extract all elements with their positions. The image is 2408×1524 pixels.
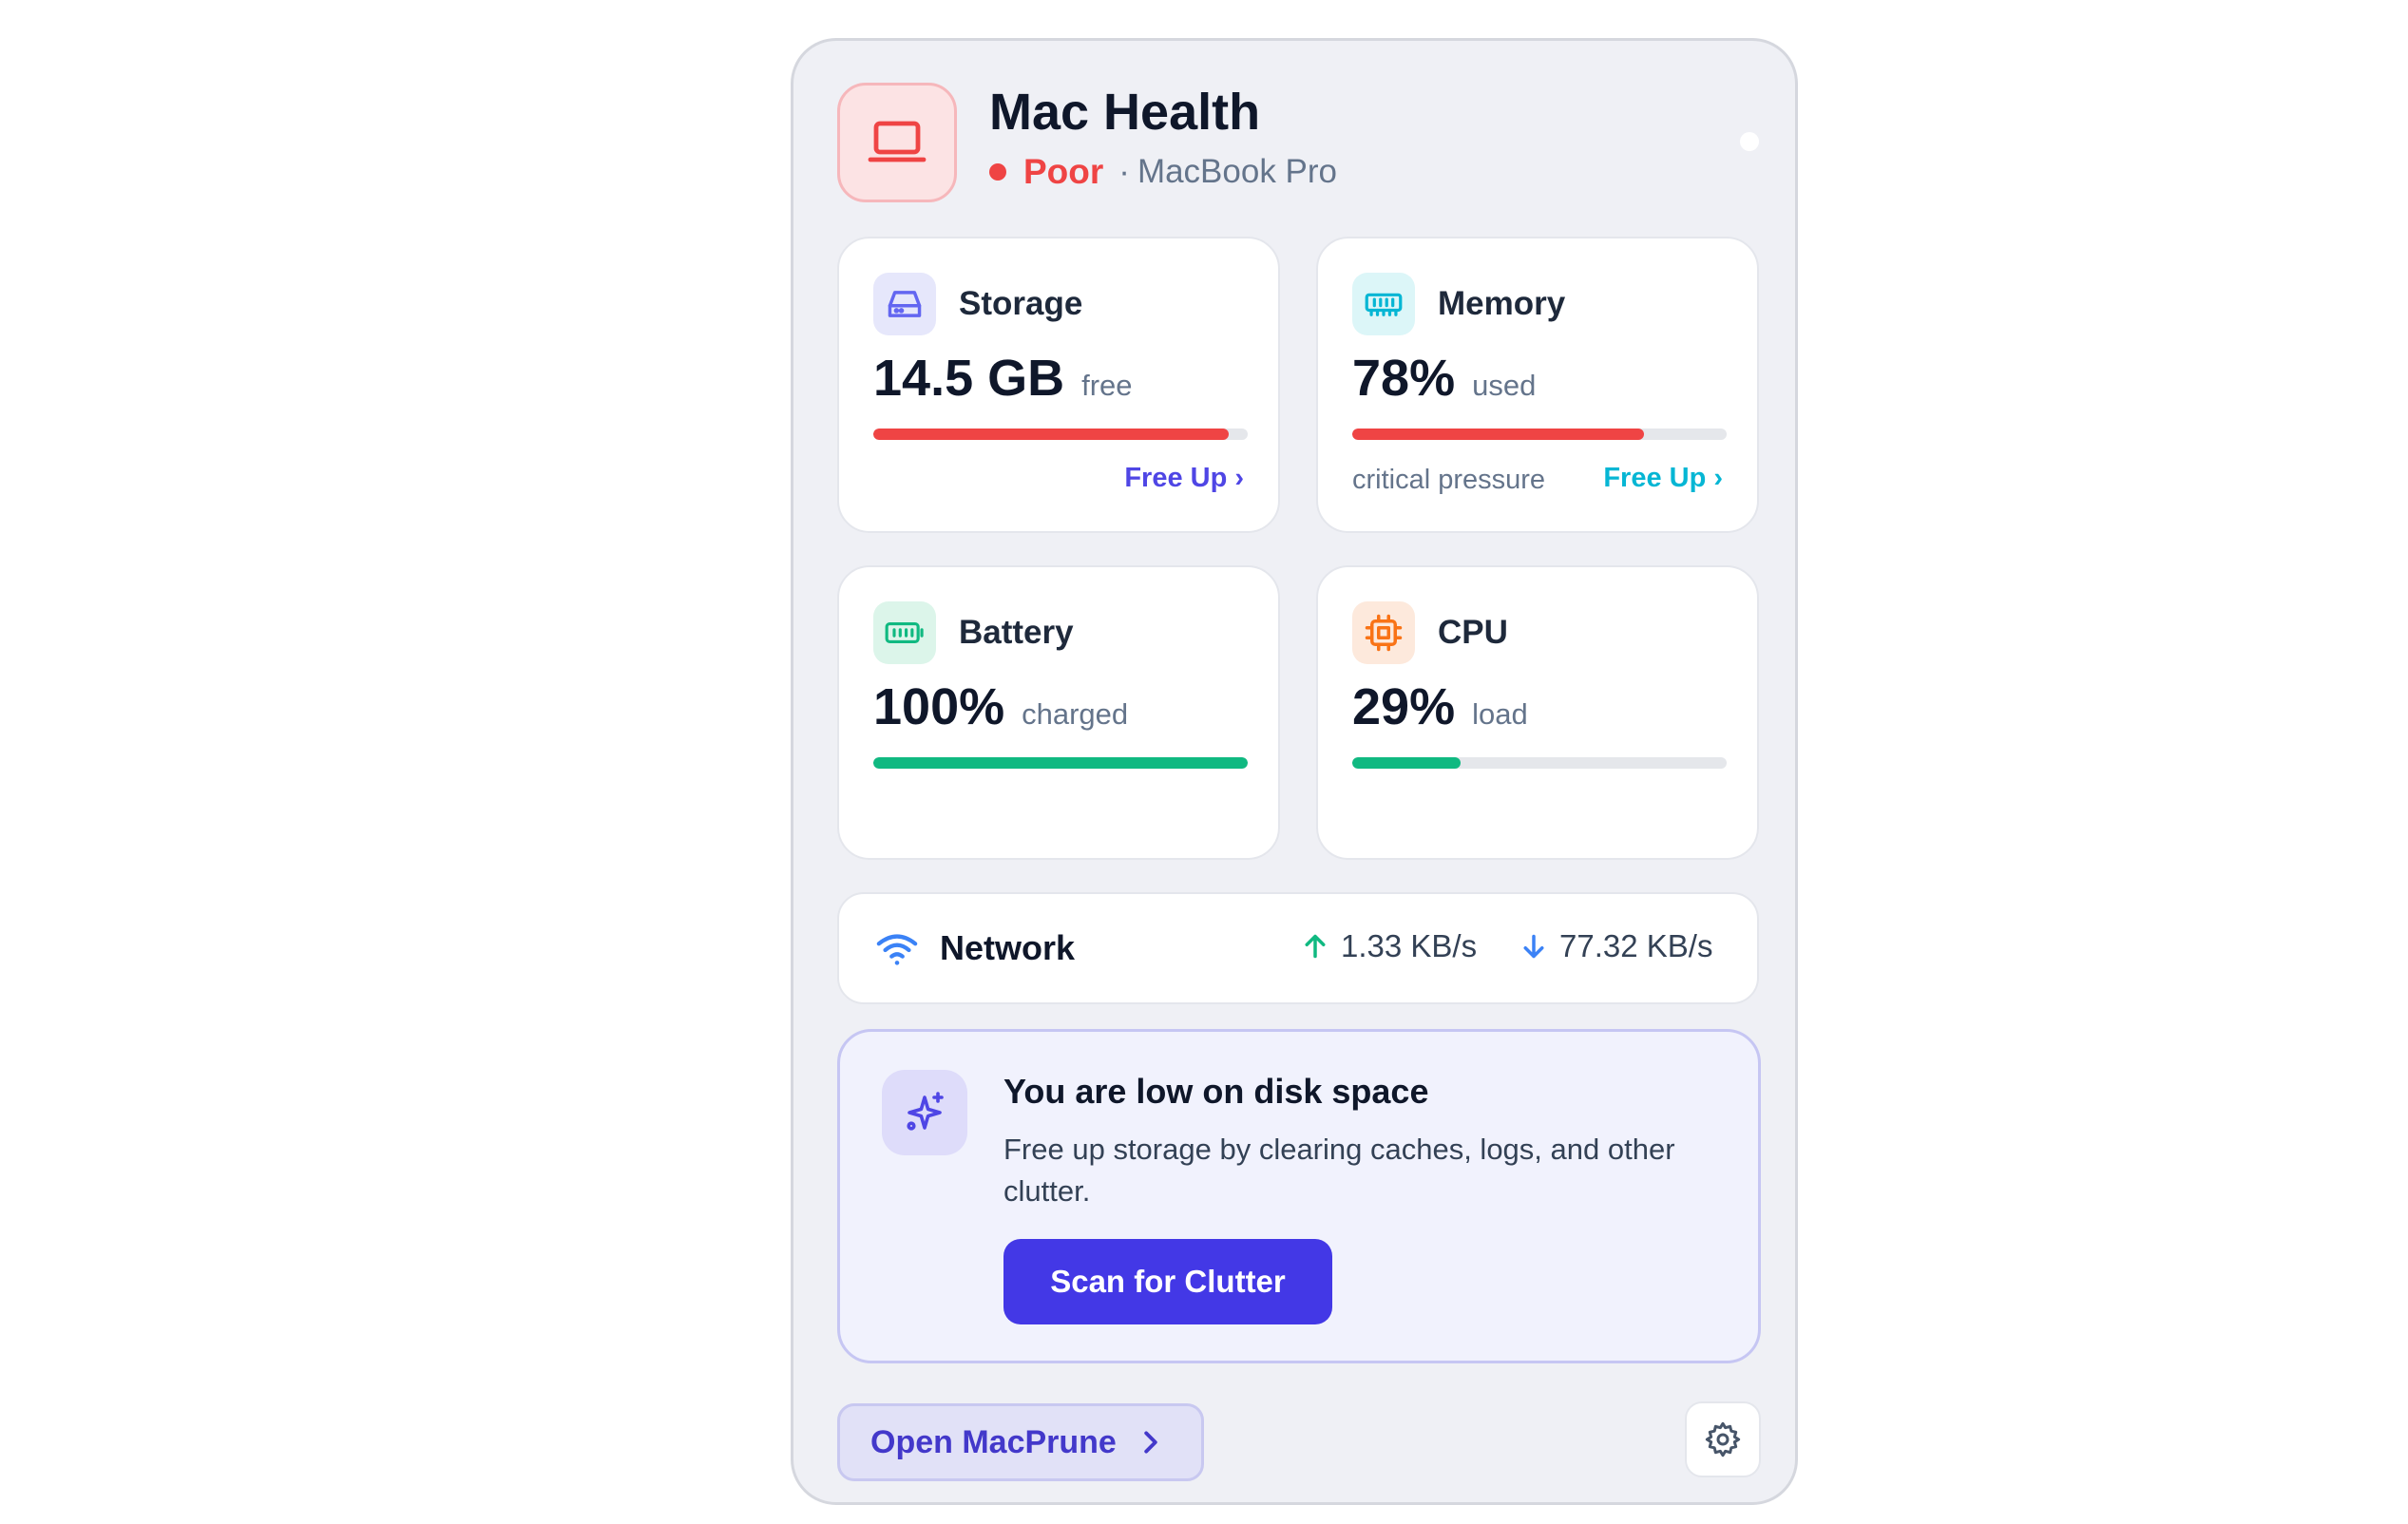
storage-card: Storage 14.5 GB free Free Up › <box>837 237 1280 533</box>
settings-button[interactable] <box>1685 1401 1761 1477</box>
storage-bar <box>873 429 1248 440</box>
storage-free-up-link[interactable]: Free Up › <box>1124 463 1244 494</box>
cpu-bar-fill <box>1352 757 1462 769</box>
network-row: Network 1.33 KB/s 77.32 KB/s <box>837 892 1759 1004</box>
memory-bar-fill <box>1352 429 1645 440</box>
chevron-right-icon <box>1144 1431 1157 1454</box>
arrow-down-icon <box>1523 934 1544 959</box>
storage-value: 14.5 GB <box>873 350 1065 407</box>
scan-for-clutter-button[interactable]: Scan for Clutter <box>1003 1239 1332 1324</box>
low-disk-alert: You are low on disk space Free up storag… <box>837 1029 1761 1363</box>
page-title: Mac Health <box>989 84 1261 141</box>
separator: · <box>1118 153 1130 190</box>
wifi-icon <box>876 934 918 965</box>
header: Mac Health Poor · MacBook Pro <box>837 83 1759 202</box>
memory-chip-icon <box>1352 273 1415 335</box>
battery-icon <box>873 601 936 664</box>
mac-health-panel: Mac Health Poor · MacBook Pro Storage 14… <box>791 38 1798 1505</box>
battery-label: Battery <box>959 614 1074 651</box>
download-speed: 77.32 KB/s <box>1521 928 1712 964</box>
arrow-up-icon <box>1305 934 1326 959</box>
memory-card: Memory 78% used critical pressure Free U… <box>1316 237 1759 533</box>
battery-bar-fill <box>873 757 1248 769</box>
alert-description: Free up storage by clearing caches, logs… <box>1003 1133 1675 1208</box>
laptop-icon <box>837 83 957 202</box>
memory-bar <box>1352 429 1727 440</box>
status-dot <box>989 163 1006 181</box>
battery-card: Battery 100% charged <box>837 565 1280 860</box>
upload-speed: 1.33 KB/s <box>1303 928 1477 964</box>
storage-bar-fill <box>873 429 1230 440</box>
download-value: 77.32 KB/s <box>1559 928 1713 963</box>
memory-label: Memory <box>1438 285 1566 322</box>
memory-value: 78% <box>1352 350 1456 407</box>
open-macprune-button[interactable]: Open MacPrune <box>837 1403 1204 1481</box>
memory-unit: used <box>1472 369 1537 402</box>
open-macprune-label: Open MacPrune <box>870 1423 1117 1460</box>
cpu-unit: load <box>1472 697 1528 731</box>
health-status: Poor · MacBook Pro <box>989 151 1337 193</box>
device-name: MacBook Pro <box>1137 153 1338 190</box>
battery-value: 100% <box>873 678 1005 735</box>
battery-bar <box>873 757 1248 769</box>
upload-value: 1.33 KB/s <box>1341 928 1478 963</box>
cpu-value: 29% <box>1352 678 1456 735</box>
network-label: Network <box>940 928 1076 967</box>
memory-free-up-link[interactable]: Free Up › <box>1603 463 1723 494</box>
sparkles-icon <box>882 1070 967 1155</box>
alert-title: You are low on disk space <box>1003 1072 1429 1111</box>
storage-unit: free <box>1081 369 1133 402</box>
status-badge: Poor <box>1023 152 1104 191</box>
cpu-bar <box>1352 757 1727 769</box>
storage-label: Storage <box>959 285 1083 322</box>
cpu-icon <box>1352 601 1415 664</box>
memory-pressure-note: critical pressure <box>1352 465 1546 495</box>
hard-drive-icon <box>873 273 936 335</box>
window-dot <box>1740 132 1759 151</box>
gear-icon <box>1705 1421 1741 1457</box>
cpu-label: CPU <box>1438 614 1508 651</box>
battery-unit: charged <box>1022 697 1129 731</box>
cpu-card: CPU 29% load <box>1316 565 1759 860</box>
